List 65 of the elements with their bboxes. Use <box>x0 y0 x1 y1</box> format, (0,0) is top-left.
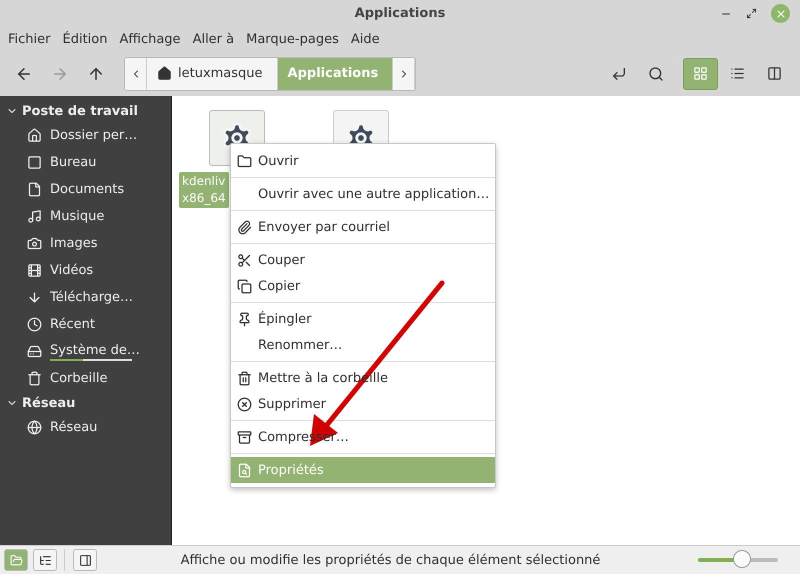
context-menu-item[interactable]: Épingler <box>231 306 495 332</box>
menu-item[interactable]: Marque-pages <box>240 32 345 46</box>
panel-icon <box>78 554 92 566</box>
sidebar-item[interactable]: Corbeille <box>0 365 171 392</box>
context-menu-item[interactable]: Envoyer par courriel <box>231 214 495 240</box>
menu-item[interactable]: Aide <box>344 32 386 46</box>
music-note-icon <box>27 209 42 224</box>
document-icon <box>27 182 42 197</box>
search-icon <box>648 66 664 82</box>
folder-icon <box>236 154 252 168</box>
close-icon <box>774 8 786 20</box>
maximize-button[interactable] <box>746 8 757 19</box>
maximize-icon <box>746 8 757 19</box>
context-menu-item[interactable]: Ouvrir avec une autre application… <box>231 181 495 207</box>
home-icon <box>157 66 172 81</box>
sidebar-item[interactable]: Dossier per… <box>0 122 171 149</box>
sidebar-heading[interactable]: Poste de travail <box>0 100 138 122</box>
camera-icon <box>27 236 42 251</box>
sidebar-item[interactable]: Réseau <box>0 414 171 441</box>
properties-icon <box>236 462 252 478</box>
pin-icon <box>236 312 252 326</box>
home-icon <box>27 128 42 143</box>
sidebar-item[interactable]: Musique <box>0 203 171 230</box>
paperclip-icon <box>236 220 252 234</box>
sidebar-item[interactable]: Système de… <box>0 338 171 365</box>
clock-icon <box>27 317 42 332</box>
copy-icon <box>236 278 252 294</box>
menu-item[interactable]: Édition <box>56 32 114 46</box>
sidebar-item[interactable]: Récent <box>0 311 171 338</box>
sidebar-item[interactable]: Vidéos <box>0 257 171 284</box>
file-name: kdenliv x86_64 <box>179 172 229 208</box>
menu-item[interactable]: Aller à <box>186 32 240 46</box>
scissors-icon <box>236 252 252 268</box>
window-title: Applications <box>354 6 446 21</box>
sidebar-heading[interactable]: Réseau <box>0 392 76 414</box>
trash-icon <box>27 371 42 386</box>
trash-icon <box>236 370 252 386</box>
sidebar-item[interactable]: Images <box>0 230 171 257</box>
delete-icon <box>236 396 252 412</box>
tree-button[interactable] <box>33 549 57 571</box>
context-menu-item[interactable]: Ouvrir <box>231 148 495 174</box>
menu-item[interactable]: Fichier <box>2 32 56 46</box>
globe-icon <box>27 420 42 435</box>
list-icon <box>730 66 745 81</box>
folder-icon <box>10 554 22 566</box>
status-text: Affiche ou modifie les propriétés de chaque élément sélectionné <box>180 552 602 568</box>
film-icon <box>27 263 42 278</box>
context-menu-item[interactable]: Renommer… <box>231 332 495 358</box>
columns-icon <box>767 66 782 81</box>
menu-item[interactable]: Affichage <box>113 32 187 46</box>
drive-icon <box>27 344 42 359</box>
context-menu-item[interactable]: Supprimer <box>231 391 495 417</box>
download-icon <box>27 290 42 305</box>
desktop-icon <box>27 155 42 170</box>
sidebar-label: Système de… <box>50 342 140 358</box>
context-menu-item[interactable]: Couper <box>231 247 495 273</box>
preview-pane-button[interactable] <box>73 549 97 571</box>
tree-icon <box>38 554 52 566</box>
archive-icon <box>236 430 252 444</box>
sidebar-item[interactable]: Documents <box>0 176 171 203</box>
sidebar-item[interactable]: Bureau <box>0 149 171 176</box>
return-arrow-icon <box>610 66 626 82</box>
grid-icon <box>693 66 708 81</box>
context-menu-item[interactable]: Copier <box>231 273 495 299</box>
sidebar-item[interactable]: Télécharge… <box>0 284 171 311</box>
